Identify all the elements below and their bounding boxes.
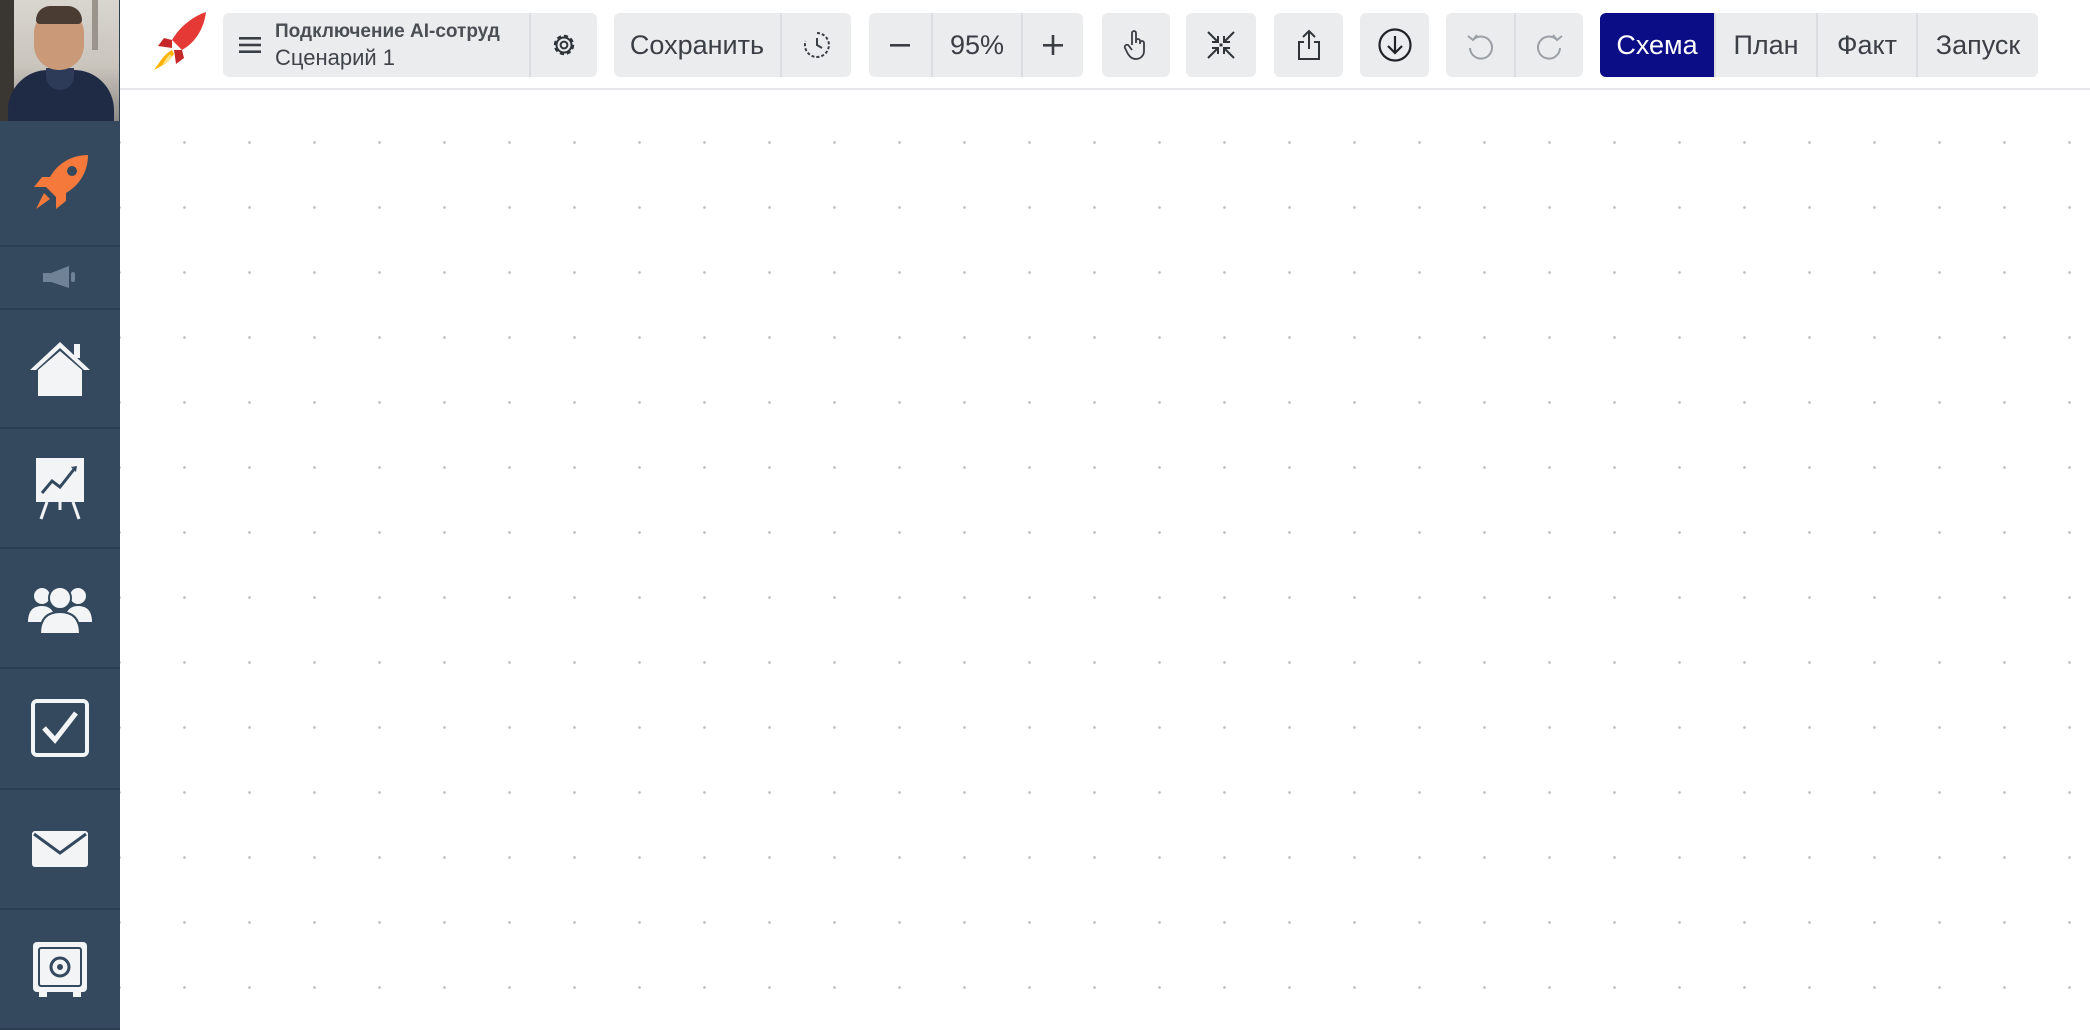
- redo-icon: [1536, 34, 1563, 60]
- chart-board-icon: [36, 458, 84, 520]
- minus-icon: [890, 44, 910, 47]
- mail-icon: [32, 830, 88, 867]
- settings-button[interactable]: [529, 13, 597, 77]
- collapse-arrows-icon: [1207, 31, 1235, 59]
- settings-gear-icon: [553, 34, 575, 56]
- megaphone-icon: [43, 266, 75, 289]
- sidebar-item-announcements[interactable]: [0, 247, 120, 310]
- download-group: [1360, 13, 1429, 77]
- sidebar-item-tasks[interactable]: [0, 669, 120, 790]
- plus-icon: [1043, 35, 1063, 55]
- sidebar-item-team[interactable]: [0, 549, 120, 669]
- document-subtitle: Сценарий 1: [275, 44, 396, 70]
- menu-icon: [239, 37, 261, 53]
- avatar[interactable]: [0, 0, 120, 121]
- sidebar-item-safe[interactable]: [0, 910, 120, 1030]
- view-mode-tabs: Схема План Факт Запуск: [1600, 13, 2038, 77]
- rocket-icon: [34, 154, 88, 209]
- hand-pan-icon: [1123, 30, 1145, 60]
- sidebar-item-home[interactable]: [0, 310, 120, 430]
- app-logo-rocket-icon[interactable]: [150, 10, 210, 72]
- document-title-group: Подключение AI-сотрудн Сценарий 1: [223, 13, 597, 77]
- zoom-group: 95%: [869, 13, 1083, 77]
- tab-launch[interactable]: Запуск: [1916, 13, 2038, 77]
- pan-tool-group: [1102, 13, 1170, 77]
- share-export-icon: [1297, 29, 1320, 60]
- share-group: [1274, 13, 1343, 77]
- undo-icon: [1467, 34, 1493, 60]
- safe-icon: [33, 942, 87, 998]
- fit-view-group: [1186, 13, 1256, 77]
- zoom-out-button[interactable]: [869, 13, 931, 77]
- download-icon: [1377, 28, 1412, 62]
- users-group-icon: [28, 585, 92, 634]
- zoom-level[interactable]: 95%: [931, 13, 1021, 77]
- tab-schema[interactable]: Схема: [1600, 13, 1714, 77]
- undo-redo-group: [1446, 13, 1583, 77]
- share-button[interactable]: [1274, 13, 1343, 77]
- document-menu[interactable]: Подключение AI-сотрудн Сценарий 1: [223, 13, 529, 77]
- sidebar-item-mail[interactable]: [0, 790, 120, 911]
- history-button[interactable]: [780, 13, 851, 77]
- redo-button[interactable]: [1514, 13, 1583, 77]
- document-title: Подключение AI-сотрудн: [275, 21, 501, 41]
- diagram-canvas[interactable]: [120, 92, 2090, 1030]
- home-icon: [30, 342, 90, 397]
- zoom-in-button[interactable]: [1021, 13, 1083, 77]
- pan-tool-button[interactable]: [1102, 13, 1170, 77]
- sidebar-item-analytics[interactable]: [0, 429, 120, 550]
- sidebar-item-rocket[interactable]: [0, 121, 120, 247]
- fit-view-button[interactable]: [1186, 13, 1256, 77]
- undo-button[interactable]: [1446, 13, 1514, 77]
- checkbox-icon: [31, 699, 89, 758]
- history-icon: [803, 32, 830, 58]
- sidebar: [0, 0, 120, 1030]
- download-button[interactable]: [1360, 13, 1429, 77]
- toolbar: Подключение AI-сотрудн Сценарий 1 Сохран…: [120, 0, 2090, 90]
- tab-fact[interactable]: Факт: [1816, 13, 1916, 77]
- tab-plan[interactable]: План: [1714, 13, 1816, 77]
- save-group: Сохранить: [614, 13, 851, 77]
- save-button[interactable]: Сохранить: [614, 13, 780, 77]
